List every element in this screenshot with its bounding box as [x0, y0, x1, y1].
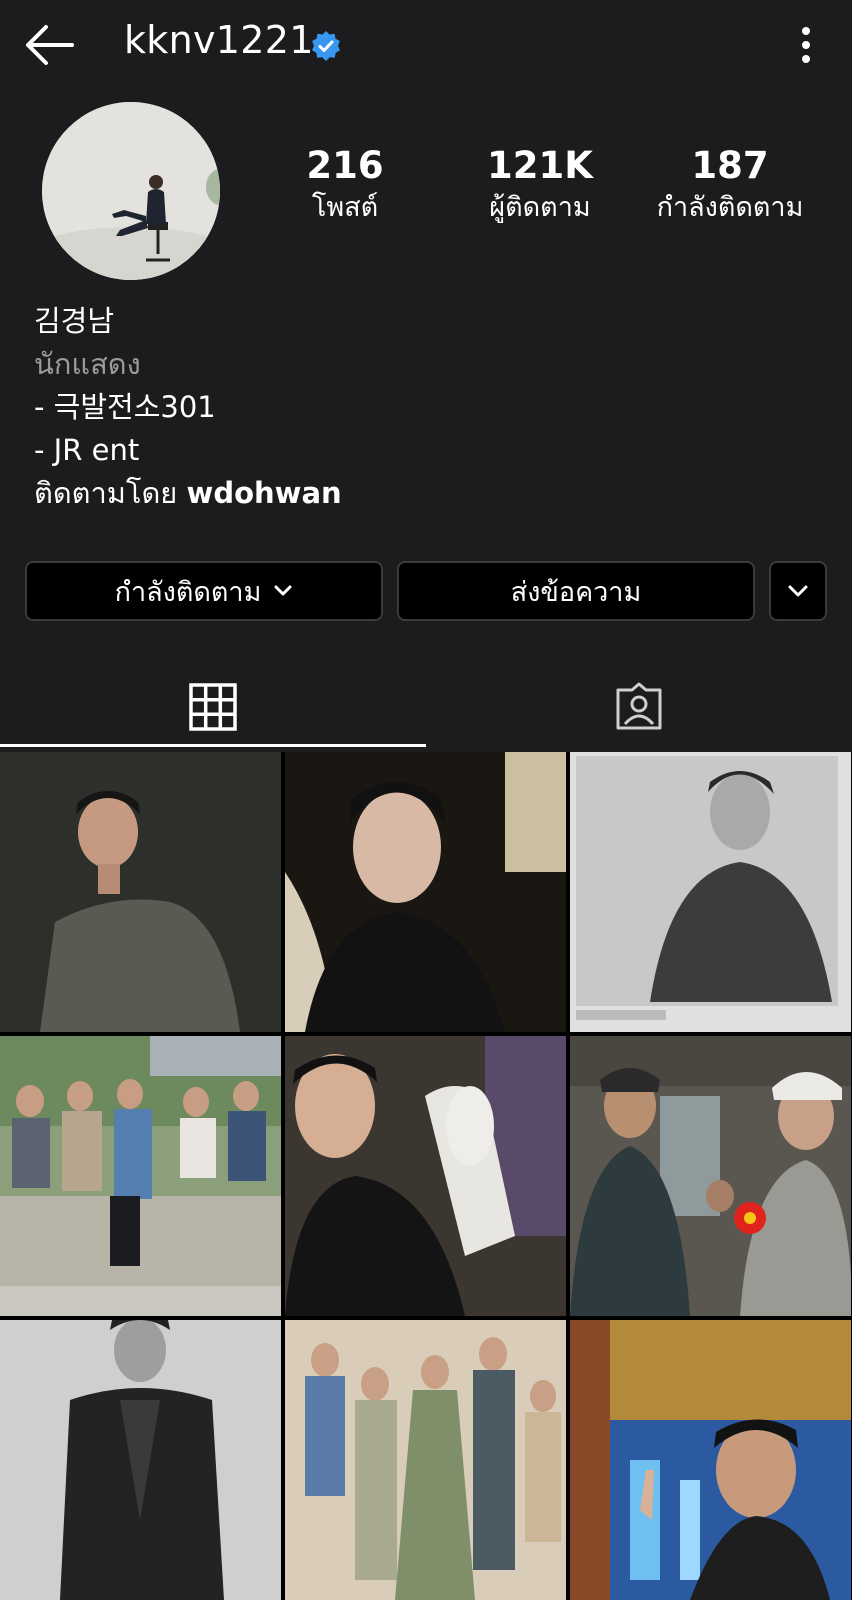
post-thumbnail[interactable]	[570, 752, 851, 1032]
top-bar: kknv1221	[0, 0, 852, 92]
chevron-down-icon	[788, 585, 808, 597]
bio-line: - 극발전소301	[34, 390, 216, 424]
followers-count: 121K	[487, 144, 593, 187]
following-button[interactable]: กำลังติดตาม	[25, 561, 383, 621]
post-thumbnail[interactable]	[0, 1036, 281, 1316]
followed-by-user[interactable]: wdohwan	[187, 476, 342, 510]
following-button-label: กำลังติดตาม	[114, 576, 262, 608]
message-button[interactable]: ส่งข้อความ	[397, 561, 755, 621]
tab-tagged[interactable]	[426, 668, 852, 746]
suggested-dropdown-button[interactable]	[769, 561, 827, 621]
chevron-down-icon	[274, 585, 292, 596]
tab-posts-grid[interactable]	[0, 668, 426, 746]
post-thumbnail[interactable]	[285, 752, 566, 1032]
profile-display-name: 김경남	[34, 304, 115, 338]
grid-icon	[189, 683, 237, 731]
arrow-left-icon[interactable]	[22, 22, 76, 68]
followers-label: ผู้ติดตาม	[489, 192, 591, 223]
post-thumbnail[interactable]	[0, 752, 281, 1032]
post-thumbnail[interactable]	[0, 1320, 281, 1600]
post-thumbnail[interactable]	[570, 1320, 851, 1600]
message-button-label: ส่งข้อความ	[510, 576, 642, 608]
post-thumbnail[interactable]	[285, 1036, 566, 1316]
profile-username: kknv1221	[124, 18, 314, 62]
verified-badge-icon	[310, 30, 342, 62]
following-count: 187	[691, 144, 769, 187]
post-thumbnail[interactable]	[285, 1320, 566, 1600]
post-thumbnail[interactable]	[570, 1036, 851, 1316]
followers-stat[interactable]: 121K ผู้ติดตาม	[470, 144, 610, 228]
bio-line: - JR ent	[34, 433, 140, 467]
active-tab-indicator	[0, 744, 426, 747]
profile-category: นักแสดง	[34, 347, 141, 381]
posts-stat[interactable]: 216 โพสต์	[300, 144, 390, 228]
posts-label: โพสต์	[311, 192, 379, 223]
tagged-person-icon	[616, 682, 662, 730]
posts-count: 216	[306, 144, 384, 187]
followed-by[interactable]: ติดตามโดย wdohwan	[34, 472, 814, 515]
profile-bio: 김경남 นักแสดง - 극발전소301 - JR ent ติดตามโดย…	[34, 300, 814, 515]
posts-grid	[0, 752, 852, 1600]
kebab-menu-icon[interactable]	[798, 24, 814, 66]
following-stat[interactable]: 187 กำลังติดตาม	[640, 144, 820, 228]
following-label: กำลังติดตาม	[656, 192, 804, 223]
profile-avatar[interactable]	[42, 102, 220, 280]
followed-by-prefix: ติดตามโดย	[34, 476, 178, 510]
